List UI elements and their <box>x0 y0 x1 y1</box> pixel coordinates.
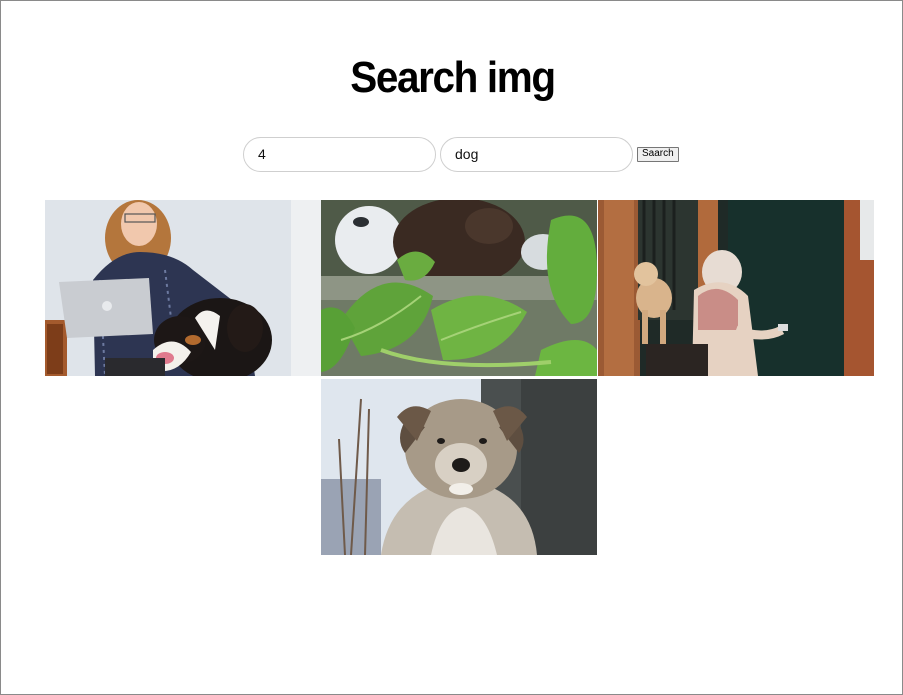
search-button[interactable]: Saarch <box>637 146 679 162</box>
result-image-1[interactable] <box>45 200 321 376</box>
woman-phone-dog-photo <box>598 200 874 376</box>
puppy-photo <box>321 379 597 555</box>
result-image-3[interactable] <box>598 200 874 376</box>
search-form: Saarch <box>243 136 679 172</box>
result-image-4[interactable] <box>321 379 597 555</box>
page-frame: Search img Saarch <box>0 0 903 695</box>
query-input[interactable] <box>440 136 633 172</box>
rabbit-leaves-photo <box>321 200 597 376</box>
woman-laptop-dog-photo <box>45 200 321 376</box>
count-input[interactable] <box>243 136 436 172</box>
page-title: Search img <box>350 53 556 102</box>
result-image-2[interactable] <box>321 200 597 376</box>
